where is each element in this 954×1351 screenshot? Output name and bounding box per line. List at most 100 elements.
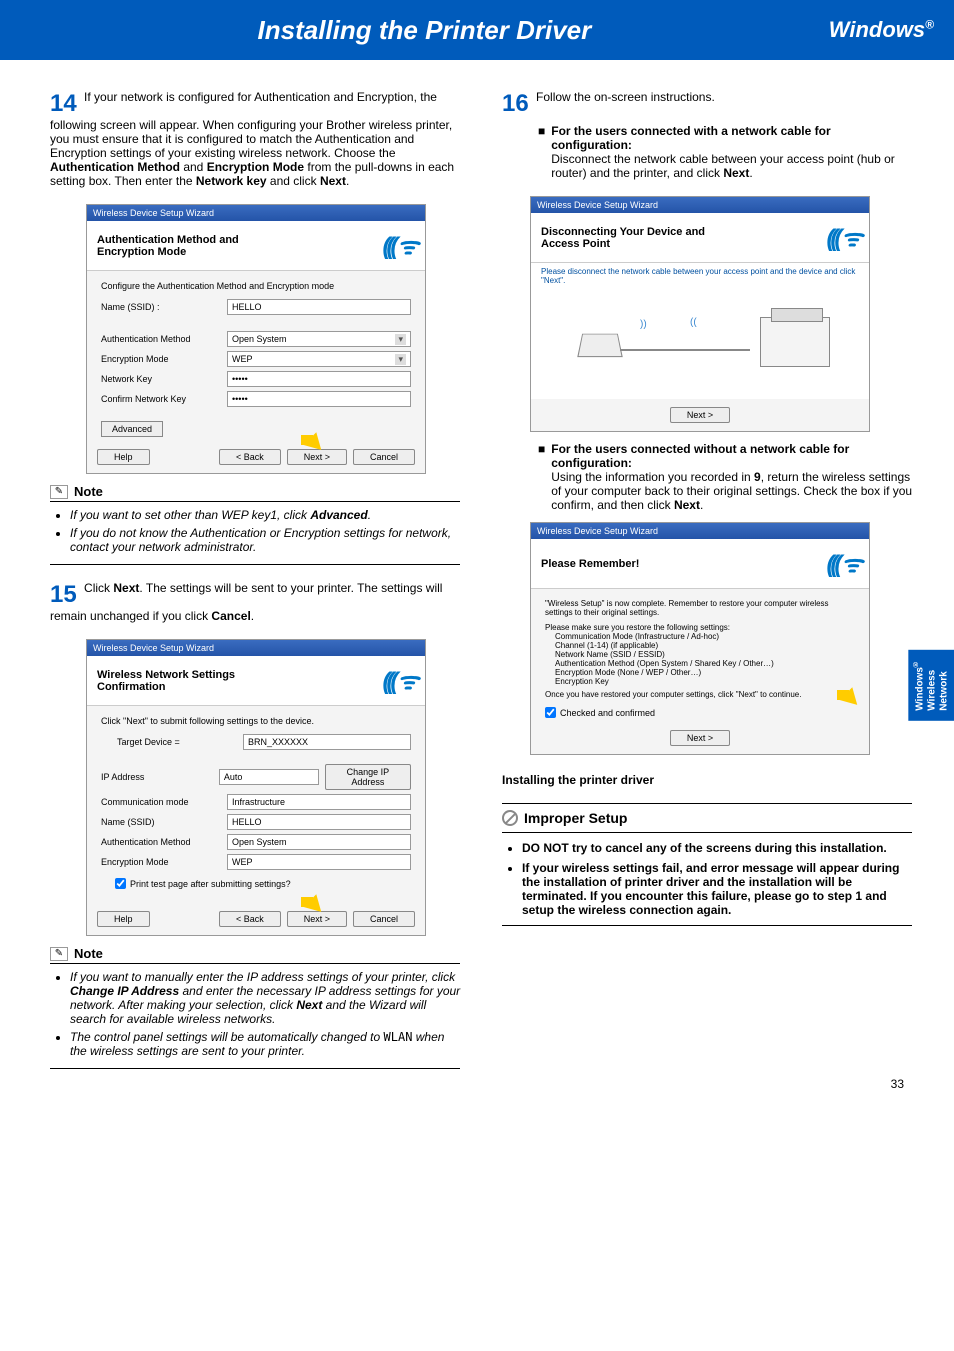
ss15-target-field: BRN_XXXXXX	[243, 734, 411, 750]
signal-icon: ))	[640, 319, 647, 330]
ss16b-after: Once you have restored your computer set…	[545, 690, 855, 699]
note-icon: ✎	[50, 485, 68, 499]
screenshot-remember: Wireless Device Setup Wizard Please Reme…	[530, 522, 870, 755]
ss16b-next-button[interactable]: Next >	[670, 730, 730, 746]
ss14-cancel-button[interactable]: Cancel	[353, 449, 415, 465]
step-15-text: Click Next. The settings will be sent to…	[50, 581, 442, 623]
ss14-key-field[interactable]: •••••	[227, 371, 411, 387]
step-16-sub1-body: Disconnect the network cable between you…	[551, 152, 914, 180]
ss16b-item: Encryption Key	[555, 677, 855, 686]
improper-item-1: DO NOT try to cancel any of the screens …	[522, 841, 910, 855]
screenshot-auth-encryption: Wireless Device Setup Wizard Authenticat…	[86, 204, 426, 474]
ss16b-titlebar: Wireless Device Setup Wizard	[531, 523, 869, 539]
ss16a-header: Disconnecting Your Device and Access Poi…	[531, 213, 869, 263]
note-15-list: If you want to manually enter the IP add…	[58, 970, 462, 1058]
ss14-enc-select[interactable]: WEP	[227, 351, 411, 367]
step-14-text: If your network is configured for Authen…	[50, 90, 454, 188]
ss16b-list-hdr: Please make sure you restore the followi…	[545, 623, 855, 632]
ss15-body: Click "Next" to submit following setting…	[87, 706, 425, 903]
ss16b-item: Communication Mode (Infrastructure / Ad-…	[555, 632, 855, 641]
ss14-ckey-field[interactable]: •••••	[227, 391, 411, 407]
improper-footer-rule	[502, 925, 912, 926]
ss14-row-auth: Authentication MethodOpen System	[101, 331, 411, 347]
ss15-print-test-checkbox[interactable]	[115, 878, 126, 889]
ss16b-body: "Wireless Setup" is now complete. Rememb…	[531, 589, 869, 703]
square-bullet-icon: ■	[538, 124, 545, 180]
ss14-advanced-area: Advanced	[87, 421, 425, 441]
ss14-title: Authentication Method and Encryption Mod…	[97, 234, 277, 258]
ss16b-checked-checkbox[interactable]	[545, 707, 556, 718]
ss14-row-ssid: Name (SSID) :HELLO	[101, 299, 411, 315]
ss15-print-test-row: Print test page after submitting setting…	[101, 874, 411, 893]
ss14-ssid-field[interactable]: HELLO	[227, 299, 411, 315]
ss14-next-button[interactable]: Next >	[287, 449, 347, 465]
note-14-item-1: If you want to set other than WEP key1, …	[70, 508, 462, 522]
ss15-comm-field: Infrastructure	[227, 794, 411, 810]
step-16: 16 Follow the on-screen instructions. ■ …	[502, 90, 914, 180]
ss15-ip-field: Auto	[219, 769, 319, 785]
wifi-logo-icon: ((( ᯤ	[382, 229, 415, 262]
ss14-row-enc: Encryption ModeWEP	[101, 351, 411, 367]
note-15-item-1: If you want to manually enter the IP add…	[70, 970, 462, 1026]
ss15-back-button[interactable]: < Back	[219, 911, 281, 927]
content: 14 If your network is configured for Aut…	[0, 60, 954, 1105]
ss16a-next-button[interactable]: Next >	[670, 407, 730, 423]
note-14-item-2: If you do not know the Authentication or…	[70, 526, 462, 554]
arrow-icon	[837, 686, 861, 704]
signal-icon: ((	[690, 317, 697, 328]
ss15-titlebar: Wireless Device Setup Wizard	[87, 640, 425, 656]
note-14-header: ✎ Note	[50, 484, 460, 502]
ss15-row-ssid: Name (SSID)HELLO	[101, 814, 411, 830]
cable-icon	[620, 349, 750, 351]
ss16b-buttons: Next >	[531, 722, 869, 754]
ss14-back-button[interactable]: < Back	[219, 449, 281, 465]
note-14-footer-rule	[50, 564, 460, 565]
note-14-label: Note	[74, 484, 103, 499]
wifi-logo-icon: ((( ᯤ	[826, 547, 859, 580]
ss16b-msg: "Wireless Setup" is now complete. Rememb…	[545, 599, 855, 617]
improper-setup-list: DO NOT try to cancel any of the screens …	[510, 841, 910, 917]
ss16a-buttons: Next >	[531, 399, 869, 431]
page-header: Installing the Printer Driver Windows®	[0, 0, 954, 60]
ss15-row-auth: Authentication MethodOpen System	[101, 834, 411, 850]
ss15-cancel-button[interactable]: Cancel	[353, 911, 415, 927]
ss15-subtitle: Click "Next" to submit following setting…	[101, 716, 411, 726]
ss15-row-enc: Encryption ModeWEP	[101, 854, 411, 870]
step-16-number: 16	[502, 90, 529, 118]
ss15-next-button[interactable]: Next >	[287, 911, 347, 927]
ss15-ssid-field: HELLO	[227, 814, 411, 830]
ss14-advanced-button[interactable]: Advanced	[101, 421, 163, 437]
step-15-number: 15	[50, 581, 77, 609]
ss16b-item: Encryption Mode (None / WEP / Other…)	[555, 668, 855, 677]
step-16-sub1-title: For the users connected with a network c…	[551, 124, 914, 152]
improper-item-2: If your wireless settings fail, and erro…	[522, 861, 910, 917]
ss14-body: Configure the Authentication Method and …	[87, 271, 425, 421]
ss15-row-target: Target Device =BRN_XXXXXX	[101, 734, 411, 750]
installing-driver-heading: Installing the printer driver	[502, 773, 914, 787]
note-14-list: If you want to set other than WEP key1, …	[58, 508, 462, 554]
ss16b-item: Authentication Method (Open System / Sha…	[555, 659, 855, 668]
left-column: 14 If your network is configured for Aut…	[50, 90, 462, 1085]
ss15-change-ip-button[interactable]: Change IP Address	[325, 764, 411, 790]
device-diagram: )) ((	[570, 299, 830, 389]
step-16-sub2-wrap: ■ For the users connected without a netw…	[538, 442, 914, 512]
square-bullet-icon: ■	[538, 442, 545, 512]
ss15-help-button[interactable]: Help	[97, 911, 150, 927]
note-15-footer-rule	[50, 1068, 460, 1069]
ss14-buttons: Help < Back Next > Cancel	[87, 441, 425, 473]
header-platform: Windows®	[829, 17, 934, 43]
screenshot-confirmation: Wireless Device Setup Wizard Wireless Ne…	[86, 639, 426, 936]
ss14-help-button[interactable]: Help	[97, 449, 150, 465]
ss14-row-ckey: Confirm Network Key•••••	[101, 391, 411, 407]
step-16-sub2-title: For the users connected without a networ…	[551, 442, 914, 470]
printer-icon	[760, 317, 830, 367]
note-icon: ✎	[50, 947, 68, 961]
ss14-auth-select[interactable]: Open System	[227, 331, 411, 347]
step-15: 15 Click Next. The settings will be sent…	[50, 581, 462, 623]
ss15-buttons: Help < Back Next > Cancel	[87, 903, 425, 935]
note-15-item-2: The control panel settings will be autom…	[70, 1030, 462, 1058]
step-14: 14 If your network is configured for Aut…	[50, 90, 462, 188]
screenshot-disconnect: Wireless Device Setup Wizard Disconnecti…	[530, 196, 870, 432]
ss15-title: Wireless Network Settings Confirmation	[97, 669, 277, 693]
ss16a-subtitle: Please disconnect the network cable betw…	[531, 263, 869, 289]
